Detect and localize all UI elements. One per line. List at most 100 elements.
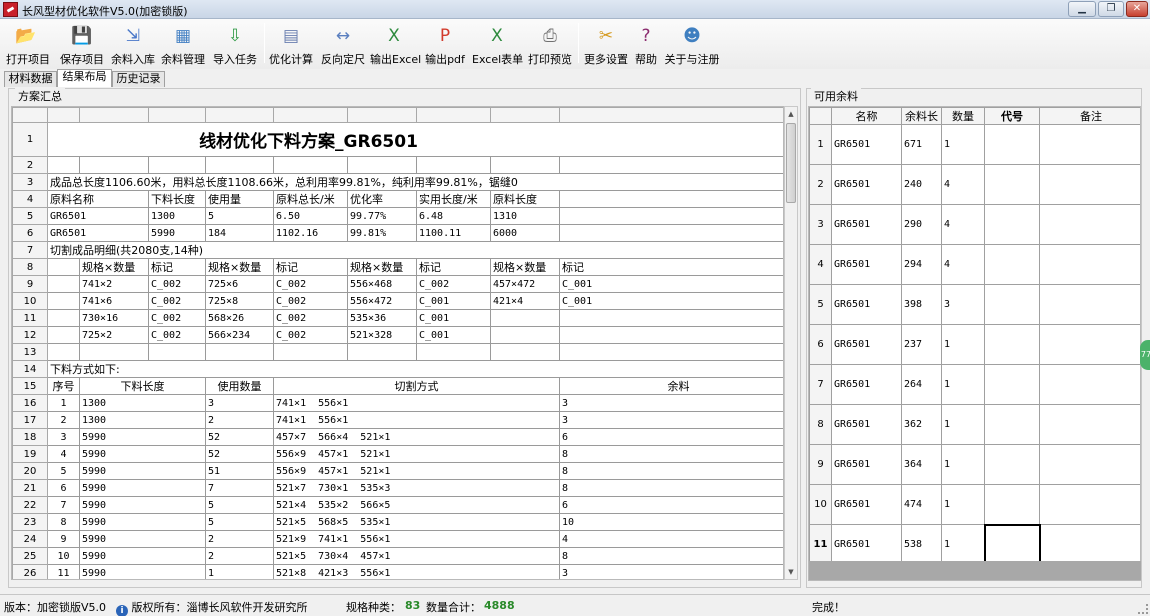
remnant-cell[interactable]: GR6501	[831, 404, 902, 445]
detail-header-cell[interactable]: 标记	[559, 258, 783, 276]
sheet-cell[interactable]	[148, 343, 206, 361]
remnant-cell[interactable]	[984, 324, 1040, 365]
plan-cell[interactable]: 5990	[79, 445, 206, 463]
plan-cell[interactable]: 52	[205, 445, 274, 463]
sheet-cell[interactable]	[47, 343, 80, 361]
detail-cell[interactable]	[559, 326, 783, 344]
remnant-spreadsheet[interactable]: 名称 余料长 数量 代号 备注 1 GR6501 671 1 2 GR6501 240 4 3 GR6501…	[808, 106, 1141, 581]
sheet-cell[interactable]	[273, 156, 348, 174]
sheet-cell[interactable]	[148, 156, 206, 174]
remnant-row[interactable]: 6 GR6501 237 1	[809, 324, 1140, 365]
detail-cell[interactable]: 741×6	[79, 292, 149, 310]
stock-cell[interactable]: 1100.11	[416, 224, 491, 242]
tab-material-data[interactable]: 材料数据	[4, 71, 57, 87]
remnant-cell[interactable]	[1039, 164, 1140, 205]
stock-cell[interactable]: GR6501	[47, 207, 149, 225]
remnant-cell[interactable]: GR6501	[831, 484, 902, 525]
stock-header-cell[interactable]: 下料长度	[148, 190, 206, 208]
column-header[interactable]	[273, 107, 348, 123]
detail-cell[interactable]: 725×8	[205, 292, 274, 310]
remnant-cell[interactable]	[1039, 204, 1140, 245]
tab-result-layout[interactable]: 结果布局	[57, 69, 112, 87]
stock-cell[interactable]: 6.50	[273, 207, 348, 225]
remnant-cell[interactable]: 538	[901, 524, 942, 565]
scroll-thumb[interactable]	[786, 123, 796, 203]
detail-cell[interactable]: 725×2	[79, 326, 149, 344]
toolbar-button-save[interactable]: 💾 保存项目	[58, 21, 106, 66]
remnant-cell[interactable]	[984, 124, 1040, 165]
detail-cell[interactable]: 421×4	[490, 292, 560, 310]
plan-cell[interactable]: 521×4 535×2 566×5	[273, 496, 560, 514]
plan-cell[interactable]: 3	[559, 411, 783, 429]
plan-cell[interactable]: 6	[559, 496, 783, 514]
plan-header-cell[interactable]: 使用数量	[205, 377, 274, 395]
remnant-cell[interactable]: 671	[901, 124, 942, 165]
remnant-cell[interactable]	[984, 444, 1040, 485]
detail-header-cell[interactable]: 规格×数量	[490, 258, 560, 276]
plan-cell[interactable]: 2	[205, 547, 274, 565]
plan-cell[interactable]: 521×8 421×3 556×1	[273, 564, 560, 579]
plan-cell[interactable]: 5990	[79, 479, 206, 497]
sheet-cell[interactable]	[79, 343, 149, 361]
detail-cell[interactable]: C_001	[416, 309, 491, 327]
remnant-cell[interactable]: 4	[941, 244, 985, 285]
remnant-cell[interactable]: GR6501	[831, 444, 902, 485]
plan-cell[interactable]: 5	[205, 496, 274, 514]
side-float-tab[interactable]: 77	[1140, 340, 1150, 370]
remnant-header-cell[interactable]: 名称	[831, 107, 902, 125]
plan-header-cell[interactable]: 切割方式	[273, 377, 560, 395]
plan-header-cell[interactable]: 序号	[47, 377, 80, 395]
column-header[interactable]	[416, 107, 491, 123]
remnant-cell[interactable]	[1039, 364, 1140, 405]
plan-cell[interactable]: 5990	[79, 513, 206, 531]
sheet-cell[interactable]	[205, 343, 274, 361]
remnant-cell[interactable]	[984, 204, 1040, 245]
plan-cell[interactable]: 2	[205, 530, 274, 548]
remnant-row[interactable]: 7 GR6501 264 1	[809, 364, 1140, 405]
plan-cell[interactable]: 457×7 566×4 521×1	[273, 428, 560, 446]
remnant-cell[interactable]: 264	[901, 364, 942, 405]
column-header[interactable]	[205, 107, 274, 123]
remnant-row[interactable]: 1 GR6501 671 1	[809, 124, 1140, 165]
remnant-cell[interactable]: 290	[901, 204, 942, 245]
sheet-cell[interactable]	[559, 156, 783, 174]
remnant-cell[interactable]: 1	[941, 124, 985, 165]
plan-cell[interactable]: 8	[559, 479, 783, 497]
plan-cell[interactable]: 10	[559, 513, 783, 531]
sheet-cell[interactable]	[559, 207, 783, 225]
plan-cell[interactable]: 8	[559, 462, 783, 480]
plan-cell[interactable]: 7	[205, 479, 274, 497]
restore-button[interactable]: ❐	[1098, 1, 1124, 17]
stock-header-cell[interactable]: 实用长度/米	[416, 190, 491, 208]
remnant-cell[interactable]: 362	[901, 404, 942, 445]
remnant-row[interactable]: 9 GR6501 364 1	[809, 444, 1140, 485]
plan-cell[interactable]: 52	[205, 428, 274, 446]
plan-header-cell[interactable]: 下料长度	[79, 377, 206, 395]
remnant-cell[interactable]	[1039, 124, 1140, 165]
remnant-cell[interactable]: 1	[941, 404, 985, 445]
column-header[interactable]	[79, 107, 149, 123]
detail-cell[interactable]: C_002	[273, 309, 348, 327]
plan-cell[interactable]: 4	[47, 445, 80, 463]
detail-title[interactable]: 切割成品明细(共2080支,14种)	[47, 241, 783, 259]
toolbar-button-calculator[interactable]: ▤ 优化计算	[268, 21, 314, 66]
plan-cell[interactable]: 521×7 730×1 535×3	[273, 479, 560, 497]
toolbar-button-table[interactable]: ▦ 余料管理	[160, 21, 206, 66]
toolbar-button-pdf[interactable]: P 输出pdf	[424, 21, 466, 66]
stock-cell[interactable]: 99.77%	[347, 207, 417, 225]
remnant-cell[interactable]: 1	[941, 524, 985, 565]
sheet-cell[interactable]	[47, 156, 80, 174]
stock-cell[interactable]: 5990	[148, 224, 206, 242]
detail-cell[interactable]: 730×16	[79, 309, 149, 327]
detail-header-cell[interactable]: 标记	[148, 258, 206, 276]
sheet-cell[interactable]	[47, 292, 80, 310]
plan-title[interactable]: 下料方式如下:	[47, 360, 783, 378]
sheet-cell[interactable]	[205, 156, 274, 174]
plan-cell[interactable]: 5990	[79, 530, 206, 548]
sheet-cell[interactable]	[490, 156, 560, 174]
detail-cell[interactable]: C_001	[416, 292, 491, 310]
remnant-row[interactable]: 3 GR6501 290 4	[809, 204, 1140, 245]
plan-cell[interactable]: 5990	[79, 547, 206, 565]
plan-cell[interactable]: 51	[205, 462, 274, 480]
remnant-header-cell[interactable]: 代号	[984, 107, 1040, 125]
